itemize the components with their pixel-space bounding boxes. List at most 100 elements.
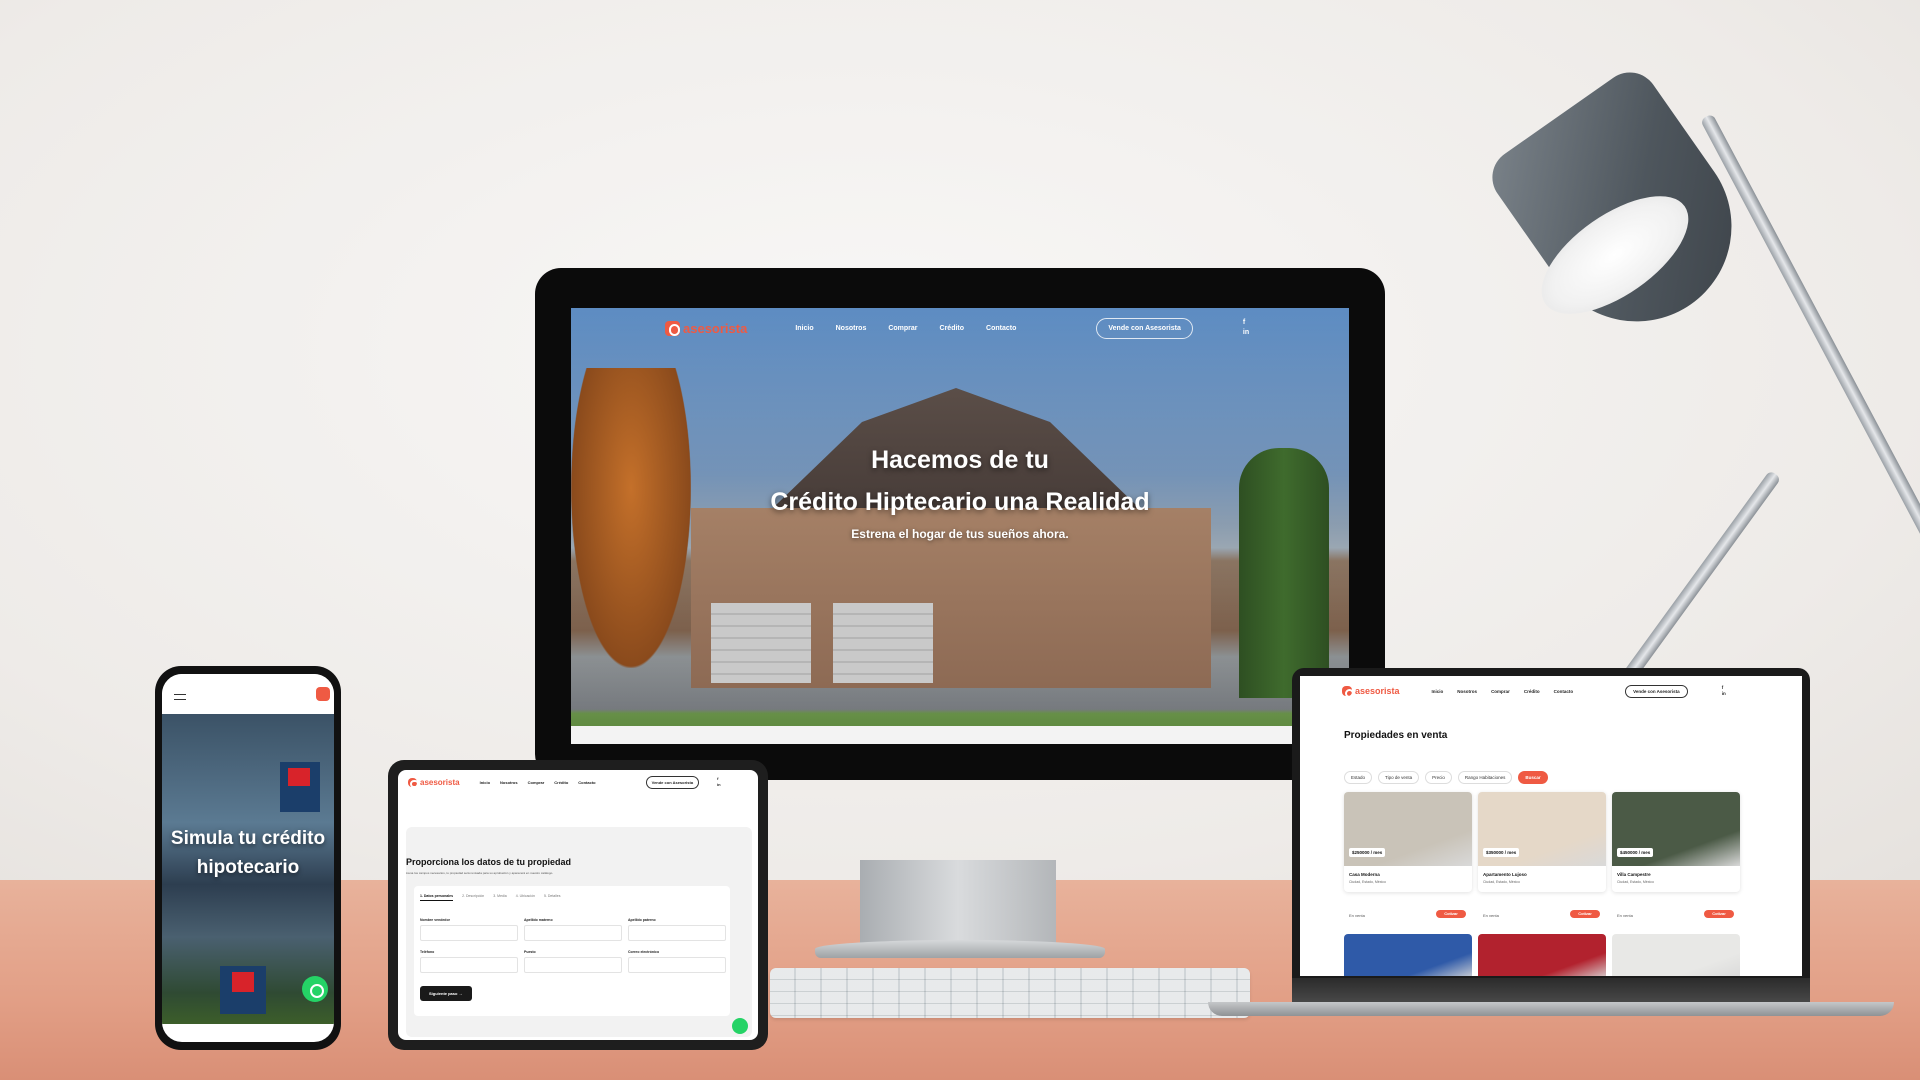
step-tab[interactable]: 2. Descripción <box>462 894 484 901</box>
property-image[interactable] <box>1612 934 1740 976</box>
phone-input[interactable] <box>420 957 518 973</box>
nav-link-contacto[interactable]: Contacto <box>986 325 1016 332</box>
logo-icon <box>408 777 419 789</box>
logo-icon <box>1342 686 1354 698</box>
whatsapp-icon[interactable] <box>732 1018 748 1034</box>
property-card[interactable]: $450000 / mes Villa Campestre Ciudad, Es… <box>1612 792 1740 892</box>
nav-link-credito[interactable]: Crédito <box>554 780 568 785</box>
nav-link-contacto[interactable]: Contacto <box>1554 689 1574 694</box>
nav-link-nosotros[interactable]: Nosotros <box>836 325 867 332</box>
seller-name-input[interactable] <box>420 925 518 941</box>
step-tab[interactable]: 1. Datos personales <box>420 894 454 901</box>
bank-sign <box>220 966 266 1014</box>
form-field: Correo electrónico <box>628 950 726 973</box>
brand-logo[interactable]: asesorista <box>665 320 748 336</box>
form-field: Apellido paterno <box>628 918 726 941</box>
hero-text: Hacemos de tu Crédito Hiptecario una Rea… <box>571 446 1349 541</box>
nav-link-inicio[interactable]: Inicio <box>795 325 813 332</box>
nav-link-comprar[interactable]: Comprar <box>1491 689 1510 694</box>
property-form: 1. Datos personales 2. Descripción 3. Me… <box>414 886 730 1016</box>
field-label: Teléfono <box>420 950 435 954</box>
nav-link-nosotros[interactable]: Nosotros <box>500 780 518 785</box>
property-status: En venta <box>1483 913 1499 918</box>
brand-name: asesorista <box>1355 686 1400 696</box>
step-tab[interactable]: 5. Detalles <box>544 894 561 901</box>
next-step-button[interactable]: Siguiente paso → <box>420 986 472 1001</box>
phone-hero-title: Simula tu crédito hipotecario <box>170 828 326 878</box>
property-name: Apartamento Lujoso <box>1483 872 1527 877</box>
property-card[interactable]: $350000 / mes Apartamento Lujoso Ciudad,… <box>1478 792 1606 892</box>
sell-cta-button[interactable]: Vende con Asesorista <box>1625 684 1688 698</box>
bank-sign <box>280 762 320 812</box>
nav-link-nosotros[interactable]: Nosotros <box>1457 689 1477 694</box>
property-status: En venta <box>1349 913 1365 918</box>
whatsapp-icon[interactable] <box>302 976 328 1002</box>
logo-icon <box>665 320 681 336</box>
quote-button[interactable]: Cotizar <box>1436 910 1466 918</box>
position-input[interactable] <box>524 957 622 973</box>
field-label: Correo electrónico <box>628 950 660 954</box>
form-field: Teléfono <box>420 950 518 973</box>
laptop-screen: asesorista Inicio Nosotros Comprar Crédi… <box>1300 676 1802 976</box>
field-label: Apellido materno <box>524 918 553 922</box>
property-location: Ciudad, Estado, México <box>1617 880 1654 884</box>
form-description: Llena los campos necesarios, tu propieda… <box>406 871 554 875</box>
form-field: Nombre vendedor <box>420 918 518 941</box>
tablet-navbar: asesorista Inicio Nosotros Comprar Crédi… <box>398 770 758 794</box>
nav-link-inicio[interactable]: Inicio <box>1432 689 1444 694</box>
search-button[interactable]: Buscar <box>1518 771 1548 784</box>
mobile-phone: Simula tu crédito hipotecario <box>155 666 341 1050</box>
hero-bottom-strip <box>571 726 1349 744</box>
filter-price-select[interactable]: Precio <box>1425 771 1452 784</box>
property-card[interactable]: $250000 / mes Casa Moderna Ciudad, Estad… <box>1344 792 1472 892</box>
linkedin-icon[interactable]: in <box>1722 691 1726 697</box>
property-price: $450000 / mes <box>1617 848 1654 857</box>
email-input[interactable] <box>628 957 726 973</box>
tablet-screen: asesorista Inicio Nosotros Comprar Crédi… <box>398 770 758 1040</box>
filter-sale-type-select[interactable]: Tipo de venta <box>1378 771 1420 784</box>
tablet-device: asesorista Inicio Nosotros Comprar Crédi… <box>388 760 768 1050</box>
nav-link-comprar[interactable]: Comprar <box>888 325 917 332</box>
laptop-navbar: asesorista Inicio Nosotros Comprar Crédi… <box>1300 676 1802 706</box>
social-links: f in <box>717 776 721 788</box>
keyboard <box>770 968 1250 1018</box>
logo-icon[interactable] <box>316 687 330 701</box>
linkedin-icon[interactable]: in <box>717 782 721 788</box>
brand-logo[interactable]: asesorista <box>408 777 460 789</box>
form-title: Proporciona los datos de tu propiedad <box>406 857 572 867</box>
property-price: $350000 / mes <box>1483 848 1520 857</box>
desktop-navbar: asesorista Inicio Nosotros Comprar Crédi… <box>571 308 1349 348</box>
filter-state-select[interactable]: Estado <box>1344 771 1373 784</box>
quote-button[interactable]: Cotizar <box>1570 910 1600 918</box>
desktop-monitor: asesorista Inicio Nosotros Comprar Crédi… <box>535 268 1385 780</box>
nav-link-credito[interactable]: Crédito <box>1524 689 1540 694</box>
nav-link-contacto[interactable]: Contacto <box>578 780 595 785</box>
sell-cta-button[interactable]: Vende con Asesorista <box>1096 317 1193 339</box>
field-label: Apellido paterno <box>628 918 656 922</box>
quote-button[interactable]: Cotizar <box>1704 910 1734 918</box>
brand-logo[interactable]: asesorista <box>1342 686 1400 698</box>
property-name: Villa Campestre <box>1617 872 1651 877</box>
step-tab[interactable]: 3. Media <box>493 894 506 901</box>
property-location: Ciudad, Estado, México <box>1483 880 1520 884</box>
nav-link-inicio[interactable]: Inicio <box>480 780 490 785</box>
nav-link-credito[interactable]: Crédito <box>940 325 965 332</box>
maternal-surname-input[interactable] <box>524 925 622 941</box>
monitor-stand-base <box>815 940 1105 958</box>
hamburger-menu-icon[interactable] <box>174 694 186 700</box>
sell-cta-button[interactable]: Vende con Asesorista <box>645 775 700 789</box>
linkedin-icon[interactable]: in <box>1243 328 1249 338</box>
brand-name: asesorista <box>683 320 748 336</box>
property-image[interactable] <box>1344 934 1472 976</box>
hero-garage-door <box>833 603 933 683</box>
filter-rooms-select[interactable]: Rango Habitaciones <box>1457 771 1513 784</box>
field-label: Nombre vendedor <box>420 918 450 922</box>
field-label: Puesto <box>524 950 536 954</box>
nav-link-comprar[interactable]: Comprar <box>528 780 545 785</box>
step-tab[interactable]: 4. Ubicación <box>516 894 535 901</box>
property-location: Ciudad, Estado, México <box>1349 880 1386 884</box>
property-image[interactable] <box>1478 934 1606 976</box>
laptop-device: asesorista Inicio Nosotros Comprar Crédi… <box>1292 668 1810 980</box>
paternal-surname-input[interactable] <box>628 925 726 941</box>
facebook-icon[interactable]: f <box>1243 318 1249 328</box>
